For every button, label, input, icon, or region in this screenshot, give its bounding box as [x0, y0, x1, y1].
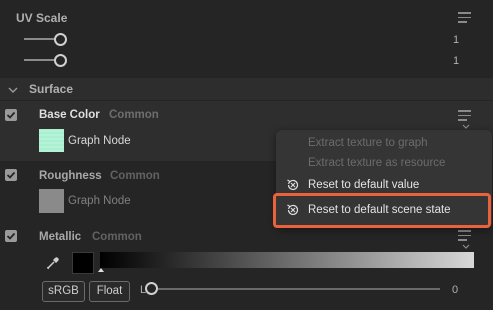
surface-label: Surface — [29, 82, 74, 96]
metallic-gradient-bar[interactable] — [100, 252, 474, 268]
roughness-checkbox[interactable] — [5, 169, 17, 181]
menu-item-extract-as-resource: Extract texture as resource — [308, 157, 446, 169]
metallic-slider-track[interactable] — [158, 288, 440, 290]
eyedropper-icon[interactable] — [45, 255, 61, 274]
roughness-title: Roughness — [39, 170, 102, 182]
metallic-chevron-icon[interactable] — [462, 239, 470, 253]
metallic-subtitle: Common — [92, 231, 142, 243]
srgb-button[interactable]: sRGB — [42, 281, 85, 302]
uv-scale-menu-icon[interactable] — [458, 12, 471, 23]
chevron-down-icon[interactable] — [8, 83, 18, 97]
base-color-swatch[interactable] — [39, 129, 64, 152]
uv-scale-slider-1-track[interactable] — [24, 38, 56, 40]
highlight-box — [273, 193, 491, 228]
uv-scale-label: UV Scale — [16, 11, 68, 25]
base-color-title: Base Color — [39, 109, 100, 121]
metallic-gradient-marker[interactable] — [98, 268, 104, 272]
uv-scale-slider-1-thumb[interactable] — [54, 33, 67, 46]
base-color-subtitle: Common — [109, 109, 159, 121]
float-button[interactable]: Float — [89, 281, 130, 302]
base-color-checkbox[interactable] — [5, 109, 17, 121]
uv-scale-value-1: 1 — [453, 34, 460, 46]
metallic-color-swatch[interactable] — [72, 252, 94, 274]
menu-item-extract-to-graph: Extract texture to graph — [308, 137, 428, 149]
base-color-source-label: Graph Node — [68, 135, 131, 147]
metallic-slider-value: 0 — [452, 284, 459, 296]
uv-scale-value-2: 1 — [453, 55, 460, 67]
roughness-swatch[interactable] — [39, 189, 64, 213]
uv-scale-slider-2-thumb[interactable] — [54, 54, 67, 67]
menu-item-reset-default-value-label: Reset to default value — [308, 179, 420, 191]
roughness-subtitle: Common — [110, 170, 160, 182]
uv-scale-slider-2-track[interactable] — [24, 59, 56, 61]
metallic-checkbox[interactable] — [5, 230, 17, 242]
roughness-source-label: Graph Node — [68, 195, 131, 207]
metallic-slider-thumb[interactable] — [145, 282, 158, 295]
metallic-title: Metallic — [39, 231, 82, 243]
surface-header[interactable]: Surface — [0, 78, 493, 100]
